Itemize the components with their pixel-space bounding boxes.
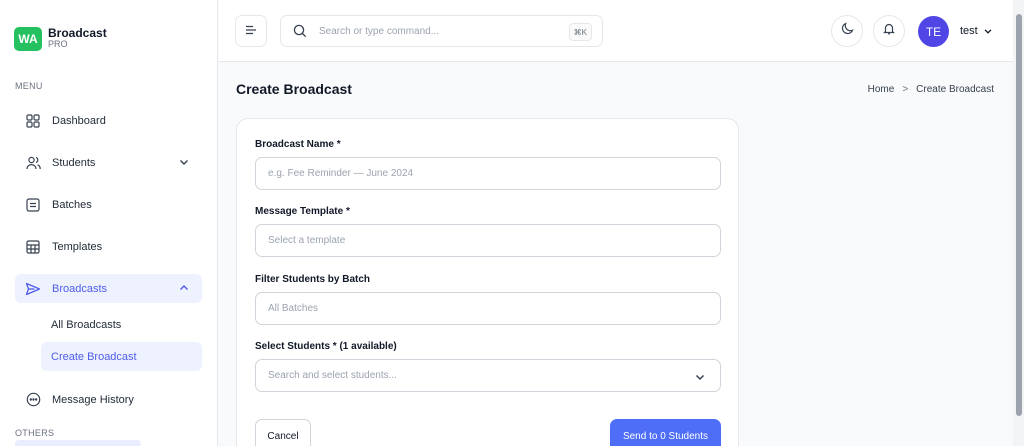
users-icon <box>25 155 41 171</box>
others-item-partial[interactable] <box>15 440 141 446</box>
select-students-placeholder: Search and select students... <box>268 370 397 381</box>
chevron-down-icon <box>694 371 706 383</box>
broadcast-name-placeholder: e.g. Fee Reminder — June 2024 <box>268 168 414 179</box>
grid-icon <box>25 113 41 129</box>
broadcast-name-label: Broadcast Name * <box>255 139 341 150</box>
page-title: Create Broadcast <box>236 81 352 97</box>
logo-text: Broadcast PRO <box>48 26 107 50</box>
others-section-label: OTHERS <box>15 428 55 438</box>
chevron-down-icon <box>178 156 190 168</box>
list-box-icon <box>25 197 41 213</box>
send-broadcast-button[interactable]: Send to 0 Students <box>610 419 721 446</box>
sidebar-item-students[interactable]: Students <box>15 148 202 177</box>
breadcrumb-current: Create Broadcast <box>916 84 994 95</box>
sidebar-toggle-button[interactable] <box>235 15 267 47</box>
scrollbar-thumb[interactable] <box>1016 14 1022 416</box>
bell-icon <box>883 22 895 40</box>
brand-logo[interactable]: WA Broadcast PRO <box>14 27 107 51</box>
select-students-label: Select Students * (1 available) <box>255 341 397 352</box>
brand-title: Broadcast <box>48 26 107 40</box>
cancel-button[interactable]: Cancel <box>255 419 311 446</box>
sidebar-item-broadcasts[interactable]: Broadcasts <box>15 274 202 303</box>
page-scrollbar[interactable] <box>1013 0 1024 446</box>
sidebar-item-label: Message History <box>52 393 134 406</box>
sidebar-item-batches[interactable]: Batches <box>15 190 202 219</box>
shortcut-badge: ⌘K <box>568 23 592 41</box>
batch-filter-select[interactable]: All Batches <box>255 292 721 325</box>
broadcast-name-input[interactable]: e.g. Fee Reminder — June 2024 <box>255 157 721 190</box>
sidebar: WA Broadcast PRO MENU Dashboard Students… <box>0 0 218 446</box>
menu-icon <box>245 22 257 40</box>
sidebar-item-message-history[interactable]: Message History <box>15 385 202 414</box>
chat-icon <box>25 392 41 408</box>
breadcrumb-home[interactable]: Home <box>868 84 895 95</box>
moon-icon <box>841 22 854 40</box>
theme-toggle-button[interactable] <box>831 15 863 47</box>
create-broadcast-form: Broadcast Name * e.g. Fee Reminder — Jun… <box>236 118 739 446</box>
top-header: Search or type command... ⌘K TE test <box>219 0 1013 62</box>
sidebar-item-label: Broadcasts <box>52 282 108 295</box>
chevron-up-icon <box>178 282 190 294</box>
breadcrumb-separator: > <box>902 84 909 95</box>
message-template-placeholder: Select a template <box>268 235 346 246</box>
table-icon <box>25 239 41 255</box>
message-template-label: Message Template * <box>255 206 350 217</box>
sidebar-subitem-all-broadcasts[interactable]: All Broadcasts <box>41 310 202 339</box>
search-bar[interactable]: Search or type command... ⌘K <box>280 15 603 47</box>
sidebar-item-dashboard[interactable]: Dashboard <box>15 106 202 135</box>
sidebar-item-label: Templates <box>52 240 103 253</box>
user-menu[interactable]: test <box>960 25 993 37</box>
batch-filter-placeholder: All Batches <box>268 303 319 314</box>
logo-badge: WA <box>14 27 42 51</box>
message-template-select[interactable]: Select a template <box>255 224 721 257</box>
batch-filter-label: Filter Students by Batch <box>255 274 371 285</box>
select-students-dropdown[interactable]: Search and select students... <box>255 359 721 392</box>
chevron-down-icon <box>983 26 993 36</box>
notifications-button[interactable] <box>873 15 905 47</box>
search-input[interactable]: Search or type command... <box>319 26 439 37</box>
user-avatar[interactable]: TE <box>918 16 949 47</box>
sidebar-subitem-create-broadcast[interactable]: Create Broadcast <box>41 342 202 371</box>
breadcrumb: Home > Create Broadcast <box>868 84 994 95</box>
sidebar-item-label: Dashboard <box>52 114 106 127</box>
sidebar-item-label: Students <box>52 156 96 169</box>
user-name: test <box>960 25 978 37</box>
brand-subtitle: PRO <box>48 39 68 49</box>
send-icon <box>25 281 41 297</box>
search-icon <box>293 24 307 38</box>
sidebar-item-label: Batches <box>52 198 92 211</box>
sidebar-item-templates[interactable]: Templates <box>15 232 202 261</box>
menu-section-label: MENU <box>15 81 43 91</box>
